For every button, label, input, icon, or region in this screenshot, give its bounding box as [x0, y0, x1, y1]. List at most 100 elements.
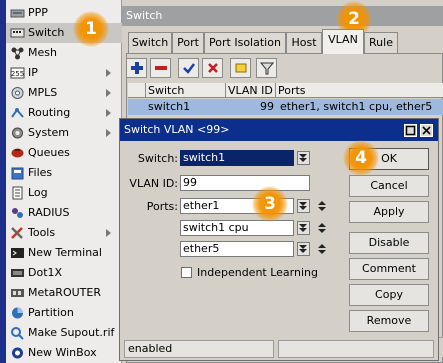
sidebar-item-mesh[interactable]: Mesh [6, 43, 122, 63]
tab-host[interactable]: Host [286, 32, 322, 53]
table-row[interactable]: switch1 99 ether1, switch1 cpu, ether5 [128, 99, 443, 115]
submenu-arrow-icon [106, 109, 111, 117]
switch-label: Switch: [137, 152, 178, 165]
column-vlan-id[interactable]: VLAN ID [226, 83, 276, 98]
comment-button[interactable]: Comment [349, 258, 429, 280]
apply-button[interactable]: Apply [349, 201, 429, 223]
sidebar-item-files[interactable]: Files [6, 163, 122, 183]
cell-vlan-id: 99 [260, 100, 274, 113]
independent-learning-label: Independent Learning [197, 266, 318, 279]
remove-button[interactable]: Remove [349, 310, 429, 332]
vlan-id-input[interactable]: 99 [180, 175, 310, 191]
files-icon [10, 166, 25, 180]
sidebar-item-tools[interactable]: Tools [6, 223, 122, 243]
ip-icon: 255 [10, 66, 25, 80]
switch-dropdown-button[interactable] [297, 151, 310, 165]
sidebar-item-label: Mesh [28, 46, 57, 59]
radius-icon [10, 206, 25, 220]
sidebar-item-label: Dot1X [28, 266, 63, 279]
sidebar-item-new-terminal[interactable]: New Terminal [6, 243, 122, 263]
dropdown-arrow-icon [299, 202, 307, 210]
sidebar-item-radius[interactable]: RADIUS [6, 203, 122, 223]
maximize-button[interactable] [404, 124, 417, 137]
dialog-title: Switch VLAN <99> [120, 119, 438, 141]
submenu-arrow-icon [106, 89, 111, 97]
log-icon [10, 186, 25, 200]
step-marker-1: 1 [73, 11, 109, 47]
add-button[interactable] [126, 58, 147, 78]
sidebar-item-system[interactable]: System [6, 123, 122, 143]
port-2-dropdown-button[interactable] [297, 221, 310, 235]
port-select-2[interactable]: switch1 cpu [180, 220, 294, 236]
copy-button[interactable]: Copy [349, 284, 429, 306]
sidebar-item-label: MetaROUTER [28, 286, 101, 299]
maximize-icon [405, 125, 416, 136]
window-title: Switch [122, 6, 443, 26]
sidebar-item-label: System [28, 126, 70, 139]
metarouter-icon [10, 286, 25, 300]
cell-switch: switch1 [148, 100, 191, 113]
tab-port-isolation[interactable]: Port Isolation [204, 32, 286, 53]
sidebar-item-dot1x[interactable]: Dot1X [6, 263, 122, 283]
sidebar-item-mpls[interactable]: MPLS [6, 83, 122, 103]
filter-button[interactable] [256, 58, 277, 78]
sidebar-item-label: Queues [28, 146, 70, 159]
winbox-icon [10, 346, 25, 360]
close-icon [422, 126, 431, 135]
dialog-status-pane [278, 340, 434, 358]
sidebar-item-routing[interactable]: Routing [6, 103, 122, 123]
dialog-status-text: enabled [124, 340, 274, 358]
sidebar-item-label: PPP [28, 6, 48, 19]
sidebar-item-label: New WinBox [28, 346, 97, 359]
independent-learning-checkbox[interactable] [181, 267, 192, 278]
tools-icon [10, 226, 25, 240]
sidebar-item-label: Log [28, 186, 48, 199]
tab-port[interactable]: Port [172, 32, 204, 53]
column-ports[interactable]: Ports [276, 83, 443, 98]
port-1-dropdown-button[interactable] [297, 199, 310, 213]
column-switch[interactable]: Switch [146, 83, 226, 98]
sidebar-item-queues[interactable]: Queues [6, 143, 122, 163]
ppp-icon [10, 6, 25, 20]
enable-button[interactable] [178, 58, 199, 78]
enable-icon [182, 63, 195, 74]
sidebar-item-label: MPLS [28, 86, 58, 99]
sidebar-item-ip[interactable]: 255 IP [6, 63, 122, 83]
port-select-3[interactable]: ether5 [180, 241, 294, 257]
sidebar-item-label: Switch [28, 26, 65, 39]
header-spacer [128, 83, 146, 98]
sidebar-item-label: Files [28, 166, 53, 179]
cancel-button[interactable]: Cancel [349, 175, 429, 197]
comment-button[interactable] [230, 58, 251, 78]
submenu-arrow-icon [106, 129, 111, 137]
dot1x-icon [10, 266, 25, 280]
port-3-reorder-icon[interactable] [316, 242, 328, 256]
terminal-icon [10, 246, 25, 260]
tab-rule[interactable]: Rule [364, 32, 398, 53]
step-marker-4: 4 [343, 140, 379, 176]
sidebar-item-label: RADIUS [28, 206, 70, 219]
port-2-reorder-icon[interactable] [316, 221, 328, 235]
submenu-arrow-icon [106, 69, 111, 77]
sidebar-item-partition[interactable]: Partition [6, 303, 122, 323]
tab-switch[interactable]: Switch [128, 32, 172, 53]
partition-icon [10, 306, 25, 320]
sidebar-item-new-winbox[interactable]: New WinBox [6, 343, 122, 363]
sidebar-item-log[interactable]: Log [6, 183, 122, 203]
tab-vlan[interactable]: VLAN [322, 29, 364, 54]
sidebar-item-label: New Terminal [28, 246, 102, 259]
remove-button[interactable] [150, 58, 171, 78]
port-1-reorder-icon[interactable] [316, 199, 328, 213]
switch-select[interactable]: switch1 [180, 150, 294, 166]
disable-button[interactable] [202, 58, 223, 78]
remove-icon [154, 66, 167, 70]
sidebar-item-metarouter[interactable]: MetaROUTER [6, 283, 122, 303]
dropdown-arrow-icon [299, 245, 307, 253]
close-button[interactable] [420, 124, 433, 137]
vlan-id-label: VLAN ID: [129, 177, 178, 190]
port-3-dropdown-button[interactable] [297, 242, 310, 256]
disable-button[interactable]: Disable [349, 232, 429, 254]
sidebar-item-make-supout[interactable]: Make Supout.rif [6, 323, 122, 343]
system-icon [10, 126, 25, 140]
queues-icon [10, 146, 25, 160]
